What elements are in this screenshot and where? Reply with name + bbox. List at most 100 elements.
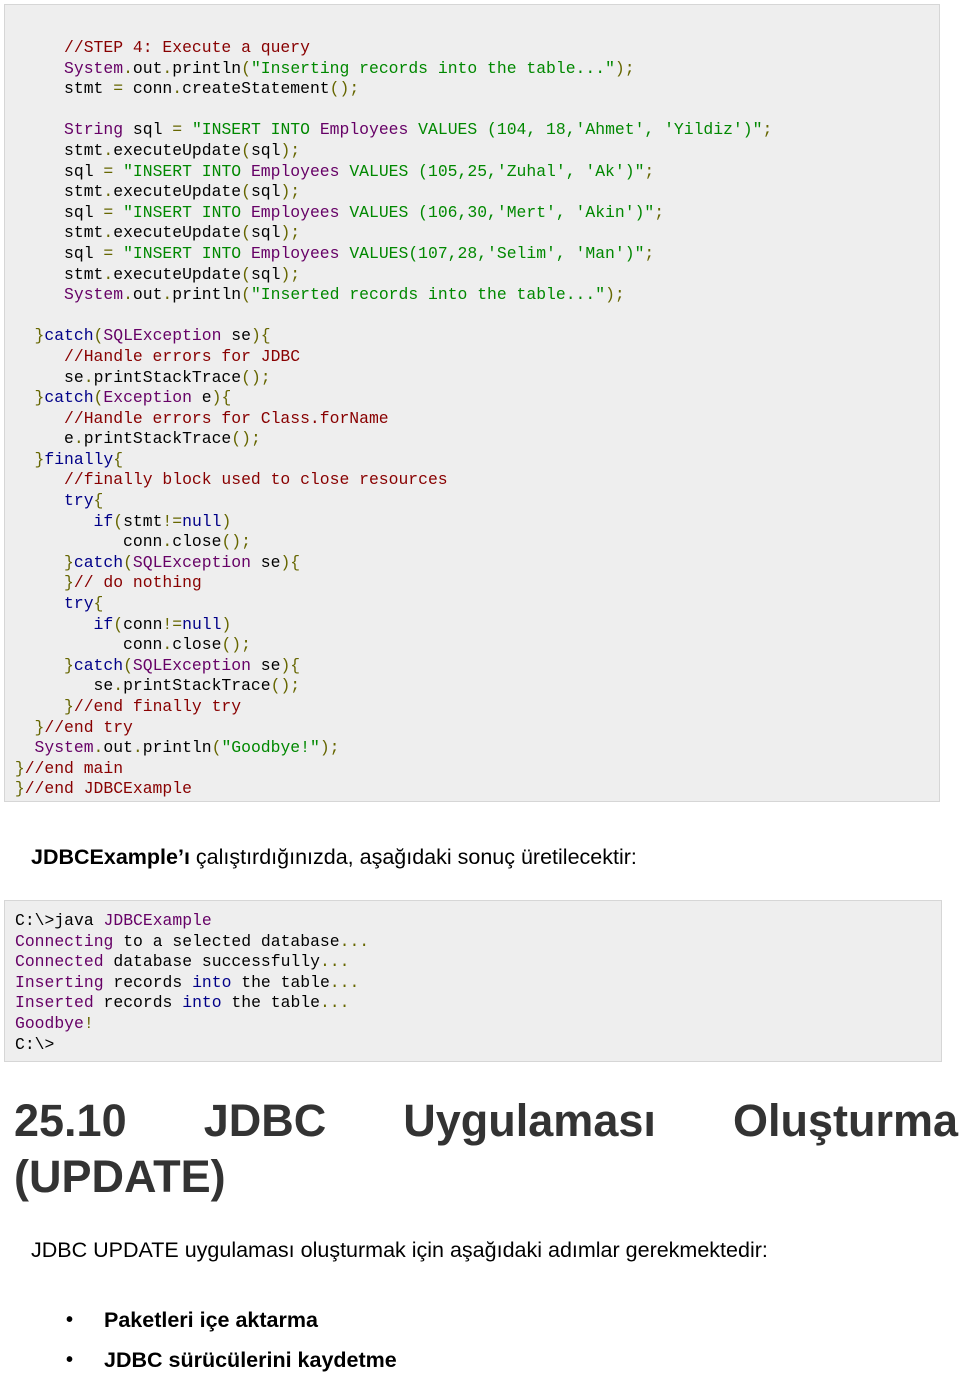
code-token: ( <box>93 326 104 346</box>
code-line: }//end try <box>5 718 772 739</box>
code-token: out <box>132 58 163 78</box>
code-line: String sql = "INSERT INTO Employees VALU… <box>5 120 772 141</box>
code-token: . <box>113 676 124 696</box>
code-token: database successfully <box>103 952 320 972</box>
console-output-listing: C:\>java JDBCExample Connecting to a sele… <box>15 911 369 1055</box>
code-token: "INSERT INTO <box>123 243 251 263</box>
code-token: se <box>250 552 281 572</box>
code-token: (); <box>231 429 261 449</box>
code-token: . <box>132 738 143 758</box>
code-token: ){ <box>280 655 301 675</box>
code-token: Connecting <box>15 931 114 951</box>
code-token: . <box>93 738 104 758</box>
code-token: = <box>103 243 114 263</box>
output-line: C:\>java JDBCExample <box>15 911 369 932</box>
intro-rest: çalıştırdığınızda, aşağıdaki sonuç üreti… <box>189 845 637 869</box>
section-heading: 25.10 JDBC Uygulaması Oluşturma (UPDATE) <box>14 1093 958 1205</box>
code-token: //end main <box>24 758 124 778</box>
code-token: printStackTrace <box>83 429 232 449</box>
code-token: //end JDBCExample <box>24 779 192 799</box>
code-token: = <box>103 202 114 222</box>
code-token: ) <box>221 511 232 531</box>
code-token: e <box>191 388 212 408</box>
code-token: = <box>172 120 183 140</box>
code-token: the table <box>221 993 320 1013</box>
code-token: stmt <box>64 79 114 99</box>
code-token: { <box>113 449 124 469</box>
code-line: System.out.println("Inserted records int… <box>5 285 772 306</box>
code-token: createStatement <box>182 79 330 99</box>
code-token: { <box>93 491 104 511</box>
code-token: records <box>103 972 193 992</box>
code-line: //Handle errors for Class.forName <box>5 409 772 430</box>
code-token: } <box>64 697 74 716</box>
code-token: "INSERT INTO <box>123 202 251 222</box>
code-token: . <box>162 58 173 78</box>
code-line: }catch(SQLException se){ <box>5 326 772 347</box>
code-token: } <box>64 655 74 675</box>
code-token: . <box>103 223 114 243</box>
code-token: executeUpdate <box>113 182 242 202</box>
code-token: sql <box>250 140 281 160</box>
code-token: out <box>103 738 133 758</box>
code-token: "Inserting records into the table..." <box>250 58 615 78</box>
code-token: ( <box>211 738 222 758</box>
list-item: • Paketleri içe aktarma <box>60 1304 397 1344</box>
code-token: catch <box>44 388 94 408</box>
code-token: SQLException <box>132 655 251 675</box>
code-token: conn <box>123 532 163 552</box>
code-line: conn.close(); <box>5 635 772 656</box>
code-token: (); <box>241 367 271 387</box>
code-token: ; <box>762 120 773 140</box>
code-line: se.printStackTrace(); <box>5 676 772 697</box>
code-token: ){ <box>280 552 301 572</box>
code-token: ( <box>241 140 251 160</box>
code-token: "INSERT INTO <box>191 120 320 140</box>
code-token: } <box>64 552 74 572</box>
code-token: try <box>64 491 94 511</box>
code-line: }//end finally try <box>5 697 772 718</box>
code-token: . <box>73 429 84 449</box>
code-token: ){ <box>211 388 232 408</box>
code-token: ( <box>123 552 133 572</box>
code-token: //finally block used to close resources <box>64 470 448 490</box>
code-token: String <box>64 120 124 140</box>
code-token: . <box>83 367 94 387</box>
code-token: ); <box>319 738 340 758</box>
code-token: ); <box>280 264 301 284</box>
code-line: }// do nothing <box>5 573 772 594</box>
code-token: ( <box>113 614 124 634</box>
code-token: . <box>123 58 133 78</box>
code-line: }catch(SQLException se){ <box>5 656 772 677</box>
code-token: System <box>64 285 124 305</box>
code-token: records <box>93 993 183 1013</box>
bullet-icon: • <box>66 1349 74 1371</box>
code-token: Connected <box>15 952 104 972</box>
code-token: . <box>162 285 173 305</box>
code-token: "INSERT INTO <box>123 161 251 181</box>
list-item-label: JDBC sürücülerini kaydetme <box>104 1348 397 1372</box>
java-code-block: //STEP 4: Execute a query System.out.pri… <box>4 4 940 802</box>
code-token: . <box>103 182 114 202</box>
code-token: ; <box>654 202 665 222</box>
code-token: Inserted <box>15 993 94 1013</box>
code-token: sql <box>123 120 173 140</box>
code-line: conn.close(); <box>5 532 772 553</box>
code-token: //STEP 4: Execute a query <box>64 38 310 57</box>
code-line: sql = "INSERT INTO Employees VALUES (105… <box>5 162 772 183</box>
code-token: out <box>132 285 163 305</box>
code-token: println <box>172 58 242 78</box>
code-token: catch <box>73 655 124 675</box>
